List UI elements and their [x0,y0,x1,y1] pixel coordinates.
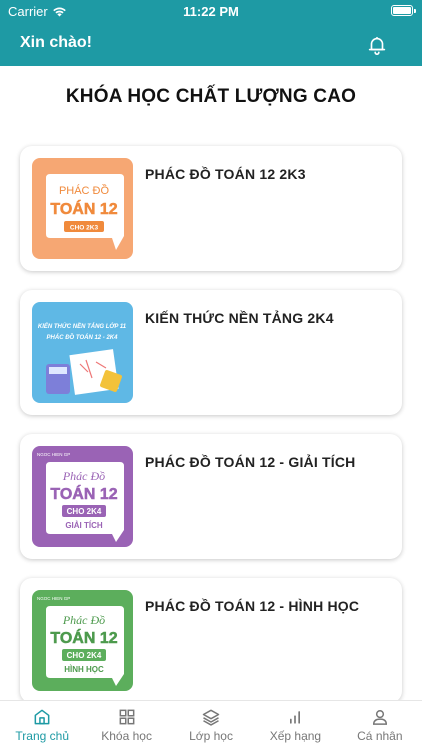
battery-icon [391,5,416,16]
nav-item-ranking[interactable]: Xếp hạng [253,701,337,750]
user-icon [372,710,387,725]
course-thumbnail: PHÁC ĐỒ TOÁN 12 CHO 2K3 [32,158,133,259]
course-title: PHÁC ĐỒ TOÁN 12 - GIẢI TÍCH [145,454,356,470]
thumb-line4: HÌNH HỌC [64,665,104,674]
course-card[interactable]: KIẾN THỨC NỀN TẢNG LỚP 11 PHÁC ĐỒ TOÁN 1… [20,290,402,415]
nav-label: Khóa học [101,729,152,743]
status-time: 11:22 PM [183,4,239,19]
thumb-line4: GIẢI TÍCH [65,521,103,530]
course-thumbnail: NGOC HIEN GP Phác Đồ TOÁN 12 CHO 2K4 HÌN… [32,590,133,691]
nav-label: Lớp học [189,729,233,743]
course-thumbnail: NGOC HIEN GP Phác Đồ TOÁN 12 CHO 2K4 GIẢ… [32,446,133,547]
course-list: PHÁC ĐỒ TOÁN 12 CHO 2K3 PHÁC ĐỒ TOÁN 12 … [20,146,402,722]
thumb-line3: CHO 2K4 [67,651,102,660]
nav-label: Xếp hạng [269,729,322,743]
course-title: KIẾN THỨC NỀN TẢNG 2K4 [145,310,334,326]
thumb-line3: CHO 2K3 [70,225,99,232]
thumb-line2: TOÁN 12 [50,199,117,218]
thumb-line3: CHO 2K4 [67,507,102,516]
course-title: PHÁC ĐỒ TOÁN 12 2K3 [145,166,306,182]
course-card[interactable]: PHÁC ĐỒ TOÁN 12 CHO 2K3 PHÁC ĐỒ TOÁN 12 … [20,146,402,271]
thumb-line2: TOÁN 12 [50,484,117,503]
nav-label: Cá nhân [357,729,403,743]
bell-icon[interactable] [366,34,388,56]
nav-item-classes[interactable]: Lớp học [169,701,253,750]
app-header: Xin chào! [0,22,422,66]
grid-icon [119,709,135,725]
nav-item-home[interactable]: Trang chủ [0,701,84,750]
course-card[interactable]: NGOC HIEN GP Phác Đồ TOÁN 12 CHO 2K4 HÌN… [20,578,402,703]
bottom-nav: Trang chủ Khóa học Lớp học Xếp hạng Cá n… [0,700,422,750]
course-thumbnail: KIẾN THỨC NỀN TẢNG LỚP 11 PHÁC ĐỒ TOÁN 1… [32,302,133,403]
thumb-line1: KIẾN THỨC NỀN TẢNG LỚP 11 [38,322,127,330]
course-card[interactable]: NGOC HIEN GP Phác Đồ TOÁN 12 CHO 2K4 GIẢ… [20,434,402,559]
section-title: KHÓA HỌC CHẤT LƯỢNG CAO [65,86,357,107]
thumb-line2: PHÁC ĐỒ TOÁN 12 - 2K4 [47,334,119,341]
thumb-line1: Phác Đồ [62,469,105,483]
bar-chart-icon [290,711,301,724]
home-icon [34,709,50,725]
thumb-brand: NGOC HIEN GP [37,452,70,457]
nav-item-courses[interactable]: Khóa học [84,701,168,750]
nav-item-profile[interactable]: Cá nhân [338,701,422,750]
status-bar: Carrier 11:22 PM [0,0,422,22]
greeting-text: Xin chào! [20,34,93,51]
course-title: PHÁC ĐỒ TOÁN 12 - HÌNH HỌC [145,598,360,614]
thumb-line1: Phác Đồ [62,613,105,627]
thumb-brand: NGOC HIEN GP [37,596,70,601]
layers-icon [202,709,220,726]
nav-label: Trang chủ [15,729,69,743]
thumb-line2: TOÁN 12 [50,628,117,647]
thumb-line1: PHÁC ĐỒ [59,184,110,197]
